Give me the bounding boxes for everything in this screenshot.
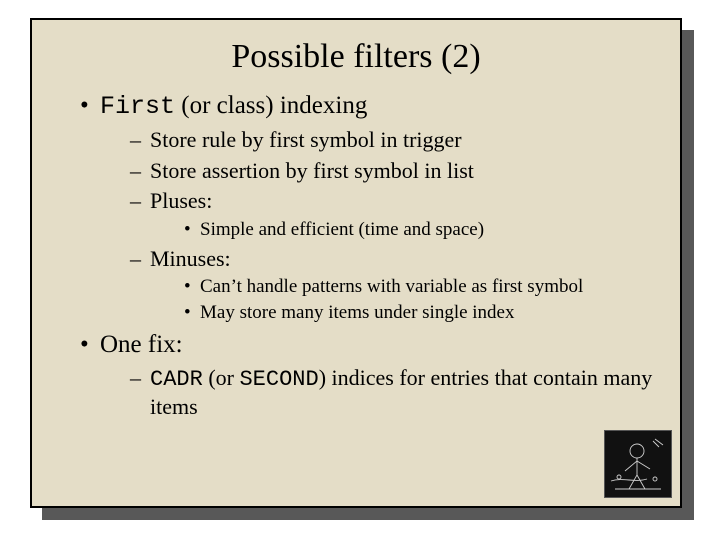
plus-simple-efficient: Simple and efficient (time and space) (184, 218, 660, 242)
text-first-rest: (or class) indexing (175, 92, 367, 119)
sub-store-assertion: Store assertion by first symbol in list (130, 157, 660, 185)
text-minuses: Minuses: (150, 246, 231, 271)
text-or: (or (203, 365, 240, 390)
bullet-first-indexing: First (or class) indexing Store rule by … (80, 90, 660, 325)
code-first: First (100, 92, 175, 121)
bullet-list-level2-a: Store rule by first symbol in trigger St… (110, 126, 660, 324)
bullet-list-level3-pluses: Simple and efficient (time and space) (164, 218, 660, 242)
sub-store-rule: Store rule by first symbol in trigger (130, 126, 660, 154)
text-pluses: Pluses: (150, 188, 212, 213)
sub-pluses: Pluses: Simple and efficient (time and s… (130, 187, 660, 241)
code-cadr: CADR (150, 367, 203, 392)
bullet-list-level3-minuses: Can’t handle patterns with variable as f… (164, 275, 660, 325)
minus-variable-first: Can’t handle patterns with variable as f… (184, 275, 660, 299)
corner-illustration-icon (604, 430, 672, 498)
code-second: SECOND (239, 367, 318, 392)
bullet-one-fix: One fix: CADR (or SECOND) indices for en… (80, 329, 660, 421)
slide-title: Possible filters (2) (32, 38, 680, 76)
text-one-fix: One fix: (100, 331, 183, 358)
slide-card: Possible filters (2) First (or class) in… (30, 18, 682, 508)
bullet-list-level1: First (or class) indexing Store rule by … (50, 90, 680, 421)
sub-minuses: Minuses: Can’t handle patterns with vari… (130, 245, 660, 325)
slide-stage: Possible filters (2) First (or class) in… (0, 0, 720, 540)
minus-many-items: May store many items under single index (184, 301, 660, 325)
bullet-list-level2-b: CADR (or SECOND) indices for entries tha… (110, 364, 660, 421)
sub-cadr-second: CADR (or SECOND) indices for entries tha… (130, 364, 660, 421)
